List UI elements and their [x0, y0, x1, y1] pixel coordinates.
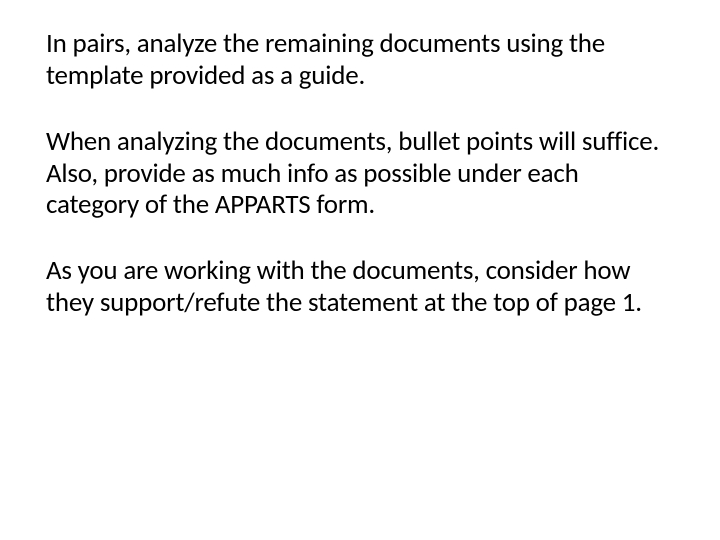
instruction-paragraph-1: In pairs, analyze the remaining document… — [46, 28, 670, 92]
instruction-paragraph-2: When analyzing the documents, bullet poi… — [46, 126, 670, 222]
slide: In pairs, analyze the remaining document… — [0, 0, 720, 540]
instruction-paragraph-3: As you are working with the documents, c… — [46, 255, 670, 319]
